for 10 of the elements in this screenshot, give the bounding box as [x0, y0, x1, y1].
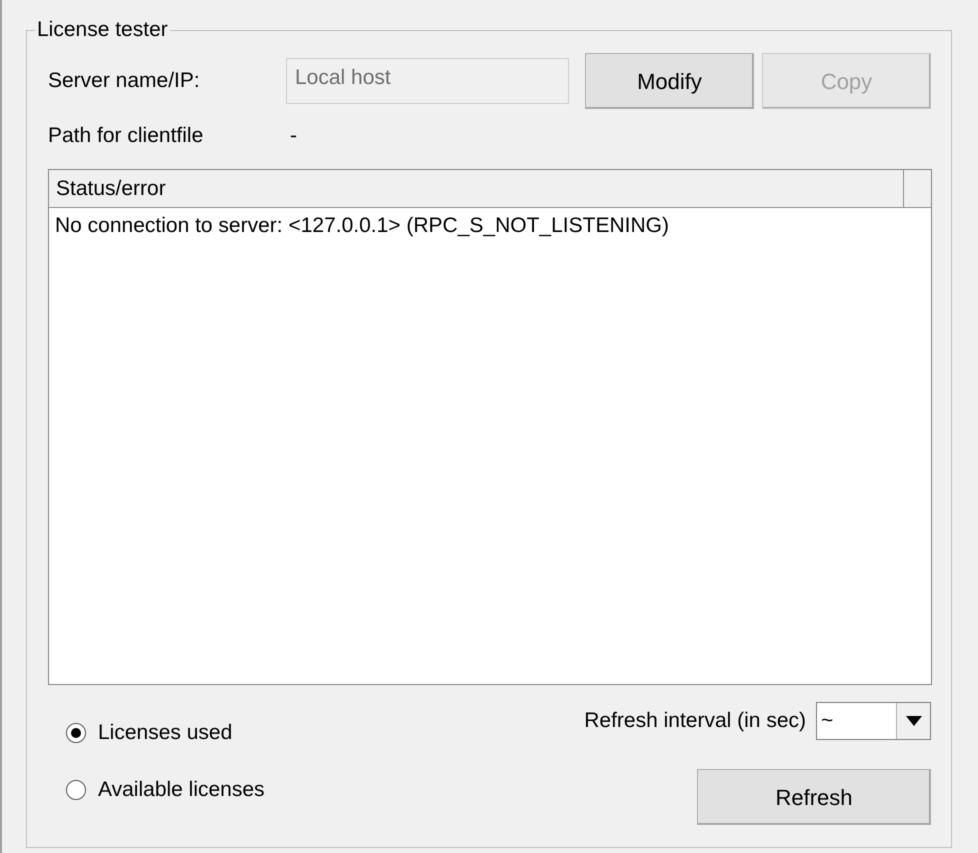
list-row[interactable]: No connection to server: <127.0.0.1> (RPC_S_NOT_LISTENING)	[49, 208, 931, 244]
interval-label: Refresh interval (in sec)	[584, 708, 806, 734]
interval-combo[interactable]: ~	[816, 702, 931, 740]
radio-option[interactable]: Licenses used	[66, 719, 265, 747]
path-label: Path for clientfile	[48, 123, 204, 150]
action-button[interactable]: Refresh	[697, 769, 931, 825]
path-value: -	[290, 123, 297, 150]
action-button[interactable]: Modify	[585, 53, 754, 109]
server-label: Server name/IP:	[48, 68, 201, 94]
radio-option[interactable]: Available licenses	[66, 776, 265, 804]
